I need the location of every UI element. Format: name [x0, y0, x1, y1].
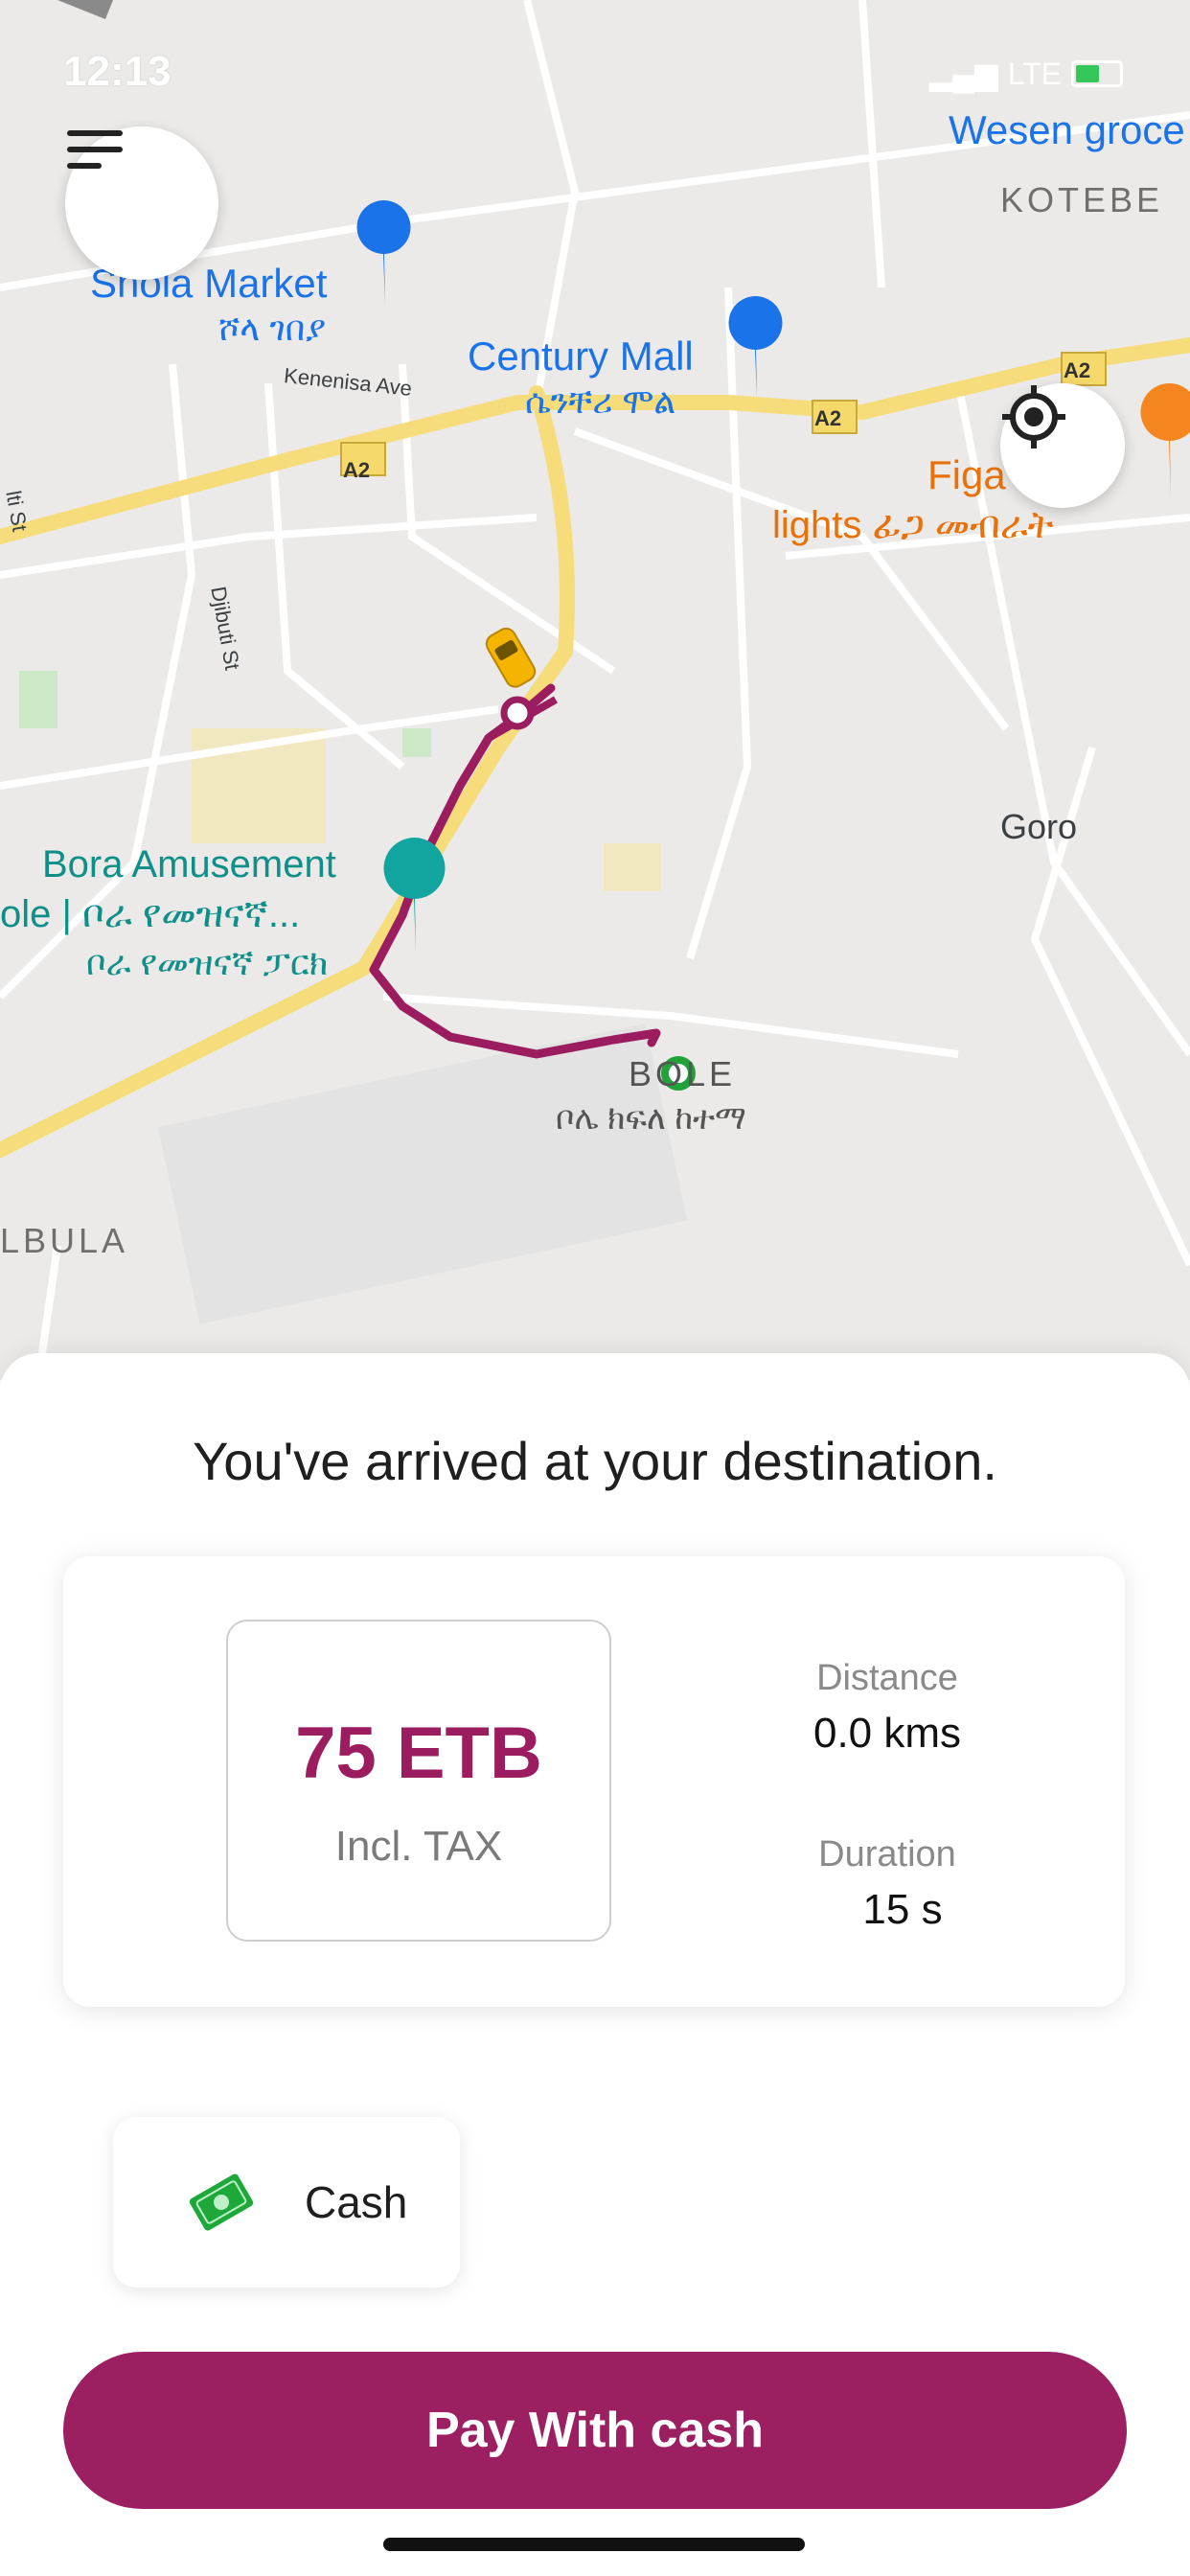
map-label-bora-am-1: ole | ቦራ የመዝናኛ... — [0, 893, 301, 935]
menu-icon — [67, 130, 123, 169]
recenter-button[interactable] — [1000, 383, 1125, 508]
map-label-century-mall-am: ሴንቸሪ ሞል — [525, 381, 676, 421]
map-label-shola-am: ሾላ ገበያ — [218, 309, 327, 348]
map-label-bora-am-2: ቦራ የመዝናኛ ፓርክ — [86, 943, 329, 982]
status-indicators: ▂▄▆ LTE — [929, 56, 1123, 92]
network-type: LTE — [1007, 56, 1062, 91]
status-bar: 12:13 ▂▄▆ LTE — [0, 38, 1190, 115]
crosshair-icon — [1002, 385, 1065, 448]
map-label-goro: Goro — [1000, 807, 1078, 846]
road-shield-a2: A2 — [814, 406, 842, 430]
road-shield-a2: A2 — [1064, 358, 1091, 382]
map-label-bole-am: ቦሌ ክፍለ ከተማ — [556, 1100, 746, 1137]
pay-with-cash-button[interactable]: Pay With cash — [63, 2352, 1127, 2509]
map-label-kotebe: KOTEBE — [1000, 180, 1164, 219]
arrival-title: You've arrived at your destination. — [193, 1431, 997, 1491]
distance-value: 0.0 kms — [812, 1710, 962, 1757]
duration-label: Duration — [818, 1834, 956, 1874]
home-indicator — [383, 2538, 805, 2551]
signal-icon: ▂▄▆ — [928, 57, 998, 91]
map-label-albula: LBULA — [0, 1221, 129, 1260]
battery-icon — [1071, 60, 1123, 87]
cash-icon — [189, 2174, 254, 2231]
status-time: 12:13 — [63, 48, 172, 95]
map-label-figa-lights: lights ፊጋ መብራት — [772, 504, 1054, 546]
map-label-figa: Figa — [927, 452, 1006, 497]
map-view[interactable]: A2 A2 A2 Wesen groce KOTEBE Shola Market… — [0, 0, 1190, 1380]
fare-box: 75 ETB Incl. TAX — [226, 1620, 611, 1942]
map-label-bora: Bora Amusement — [42, 843, 336, 886]
menu-button[interactable] — [65, 126, 218, 280]
payment-method-cash[interactable]: Cash — [113, 2117, 460, 2288]
duration-value: 15 s — [862, 1886, 943, 1933]
payment-method-label: Cash — [305, 2177, 408, 2227]
arrival-sheet: You've arrived at your destination. 75 E… — [0, 1353, 1190, 2576]
trip-summary-card: 75 ETB Incl. TAX Distance 0.0 kms Durati… — [63, 1556, 1125, 2007]
fare-amount: 75 ETB — [295, 1713, 542, 1794]
fare-tax-note: Incl. TAX — [334, 1823, 503, 1870]
road-shield-a2: A2 — [343, 458, 371, 482]
map-label-bole: BOLE — [629, 1054, 737, 1093]
map-label-century-mall: Century Mall — [468, 334, 694, 379]
distance-label: Distance — [816, 1658, 958, 1698]
